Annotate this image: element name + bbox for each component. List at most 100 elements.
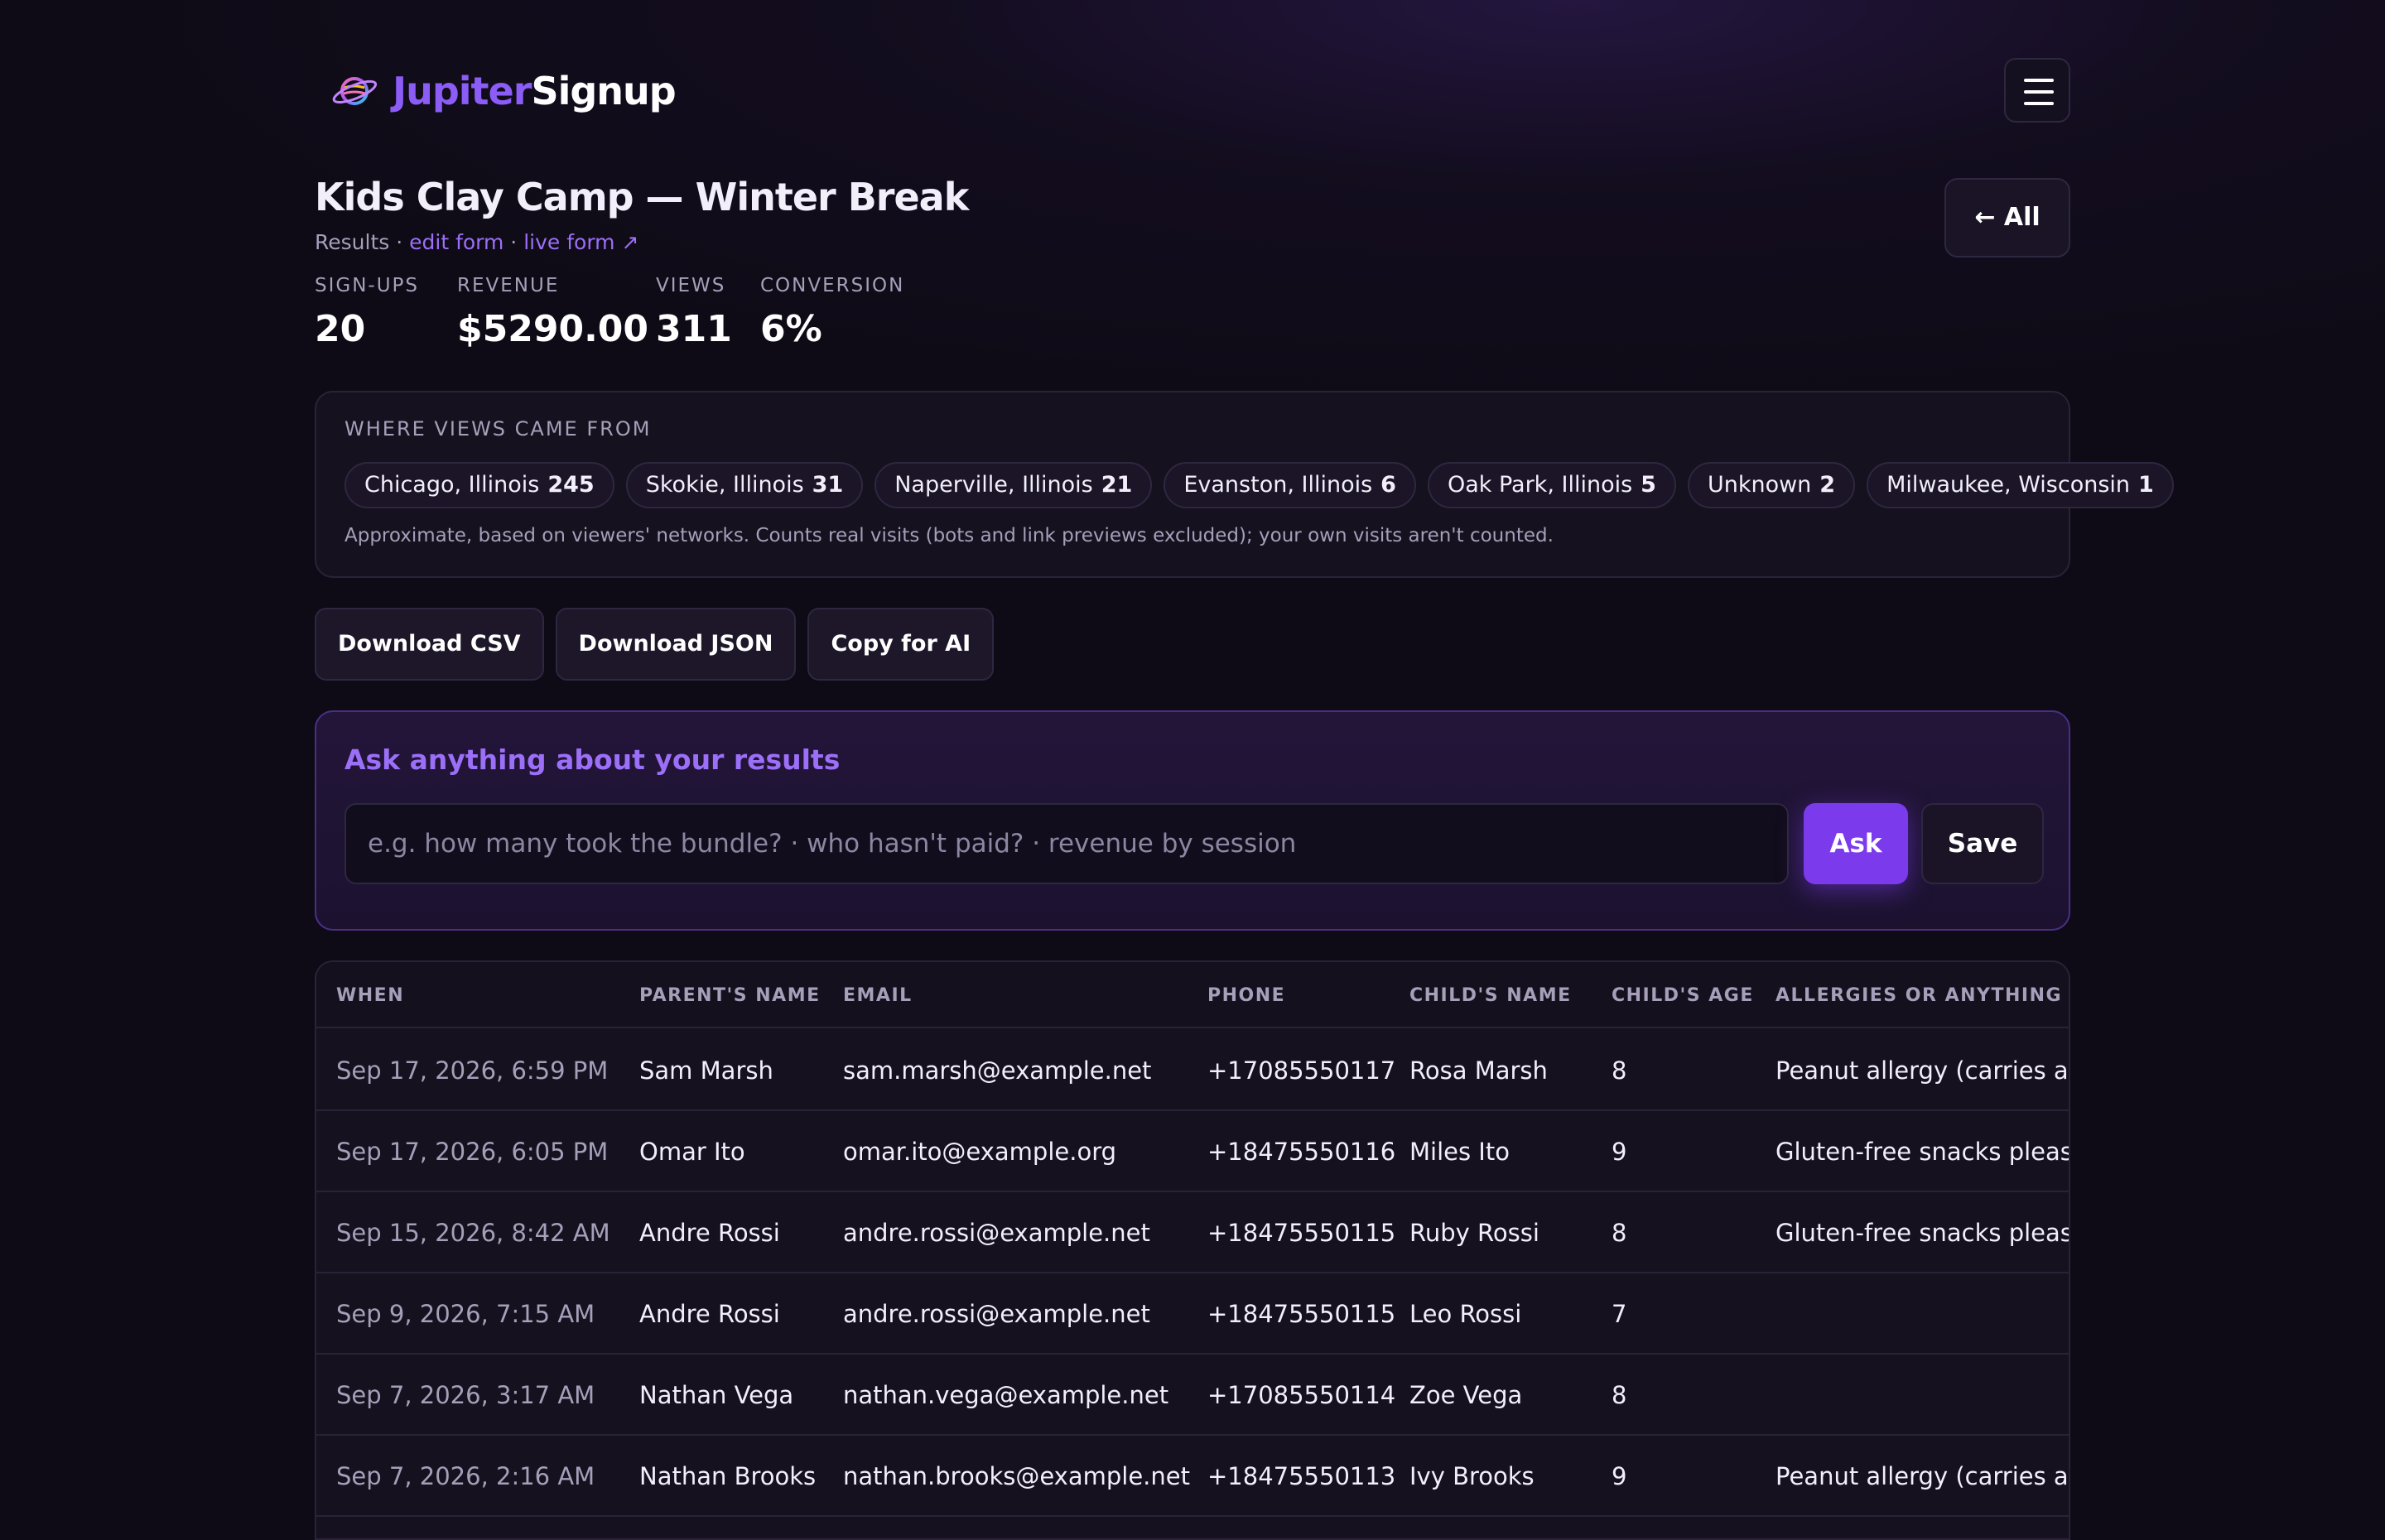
views-note: Approximate, based on viewers' networks.… [344,525,1554,546]
stat-value: $5290.00 [457,308,649,350]
table-row[interactable]: Sep 9, 2026, 7:15 AM Andre Rossi andre.r… [316,1273,2069,1355]
cell-child-name: Rosa Marsh [1409,1056,1548,1085]
location-chip: Milwaukee, Wisconsin 1 [1867,462,2174,508]
location-count: 21 [1101,472,1133,498]
stat-signups: SIGN-UPS 20 [315,273,419,354]
top-bar: JupiterSignup [315,58,2070,123]
cell-child-name: Zoe Vega [1409,1381,1523,1409]
cell-child-age: 8 [1612,1381,1627,1409]
location-name: Oak Park, Illinois [1447,472,1633,498]
planet-logo-icon [332,77,378,105]
stat-label: CONVERSION [760,275,905,296]
menu-button[interactable] [2004,58,2070,123]
cell-allergies: Peanut allergy (carries an E [1776,1462,2069,1490]
save-button[interactable]: Save [1921,803,2044,884]
edit-form-link[interactable]: edit form [409,230,504,254]
table-row[interactable]: Sep 17, 2026, 6:59 PM Sam Marsh sam.mars… [316,1030,2069,1111]
cell-email: omar.ito@example.org [843,1138,1117,1166]
stat-revenue: REVENUE $5290.00 [457,273,648,354]
views-origin-heading: WHERE VIEWS CAME FROM [344,417,652,440]
column-header[interactable]: WHEN [336,985,404,1006]
cell-email: sam.marsh@example.net [843,1056,1152,1085]
stat-value: 20 [315,308,366,350]
views-origin-card: WHERE VIEWS CAME FROM Chicago, Illinois 2… [315,391,2174,578]
cell-when: Sep 7, 2026, 2:16 AM [336,1462,595,1490]
download-csv-button[interactable]: Download CSV [315,608,544,681]
cell-child-name: Miles Ito [1409,1138,1510,1166]
cell-child-age: 9 [1612,1462,1627,1490]
cell-child-age: 8 [1612,1056,1627,1085]
cell-child-age: 8 [1612,1219,1627,1247]
cell-email: nathan.brooks@example.net [843,1462,1190,1490]
cell-when: Sep 9, 2026, 7:15 AM [336,1300,595,1328]
ask-results-card: Ask anything about your results e.g. how… [315,710,2070,931]
table-row[interactable]: Sep 15, 2026, 8:42 AM Andre Rossi andre.… [316,1192,2070,1273]
cell-parent-name: Andre Rossi [639,1219,780,1247]
column-header[interactable]: EMAIL [843,985,913,1006]
hamburger-menu-icon [2024,79,2054,82]
location-chip: Skokie, Illinois 31 [625,462,864,508]
download-json-button[interactable]: Download JSON [555,608,797,681]
cell-email: nathan.vega@example.net [843,1381,1169,1409]
cell-parent-name: Sam Marsh [639,1056,773,1085]
cell-phone: +17085550117 [1207,1056,1396,1085]
column-header[interactable]: PARENT'S NAME [639,985,821,1006]
table-row[interactable]: Sep 7, 2026, 2:16 AM Nathan Brooks natha… [316,1436,2069,1517]
cell-parent-name: Andre Rossi [639,1300,780,1328]
export-actions: Download CSV Download JSON Copy for AI [315,608,1005,681]
location-count: 2 [1819,472,1836,498]
separator: · [504,230,524,254]
location-count: 1 [2138,472,2154,498]
cell-child-name: Ivy Brooks [1409,1462,1535,1490]
copy-for-ai-button[interactable]: Copy for AI [807,608,995,681]
cell-allergies: Gluten-free snacks please [1776,1138,2070,1166]
location-chip: Oak Park, Illinois 5 [1427,462,1676,508]
cell-child-name: Leo Rossi [1409,1300,1522,1328]
table-header: WHEN PARENT'S NAME EMAIL PHONE CHILD'S N… [316,962,2069,1028]
location-name: Skokie, Illinois [645,472,804,498]
column-header[interactable]: ALLERGIES OR ANYTHING WE [1776,985,2069,1006]
cell-phone: +18475550115 [1207,1219,1396,1247]
location-chips: Chicago, Illinois 245 Skokie, Illinois 31 Na… [344,462,2185,508]
table-row[interactable]: Sep 17, 2026, 6:05 PM Omar Ito omar.ito@… [316,1111,2070,1192]
live-form-link[interactable]: live form ↗ [523,230,638,254]
column-header[interactable]: CHILD'S AGE [1612,985,1754,1006]
column-header[interactable]: CHILD'S NAME [1409,985,1572,1006]
ask-button[interactable]: Ask [1804,803,1908,884]
cell-allergies: Gluten-free snacks please [1776,1219,2070,1247]
breadcrumb: Results · edit form · live form ↗ [315,229,638,257]
results-label: Results · [315,230,410,254]
results-table: WHEN PARENT'S NAME EMAIL PHONE CHILD'S N… [315,960,2070,1540]
page-title: Kids Clay Camp — Winter Break [315,175,969,219]
location-count: 6 [1380,472,1396,498]
stat-value: 6% [760,308,822,350]
stat-label: REVENUE [457,275,560,296]
table-row[interactable]: Sep 7, 2026, 3:17 AM Nathan Vega nathan.… [316,1355,2069,1436]
location-count: 31 [812,472,844,498]
cell-when: Sep 17, 2026, 6:59 PM [336,1056,609,1085]
back-to-all-button[interactable]: ← All [1944,178,2070,257]
location-chip: Naperville, Illinois 21 [874,462,1153,508]
cell-phone: +17085550114 [1207,1381,1396,1409]
cell-when: Sep 17, 2026, 6:05 PM [336,1138,609,1166]
column-header[interactable]: PHONE [1207,985,1285,1006]
location-name: Chicago, Illinois [364,472,540,498]
stat-value: 311 [656,308,732,350]
location-name: Unknown [1707,472,1812,498]
brand-name[interactable]: JupiterSignup [393,66,677,116]
cell-phone: +18475550115 [1207,1300,1396,1328]
cell-email: andre.rossi@example.net [843,1300,1150,1328]
location-name: Milwaukee, Wisconsin [1886,472,2131,498]
hamburger-menu-icon-bar [2024,90,2054,94]
stat-conversion: CONVERSION 6% [760,273,904,354]
cell-child-name: Ruby Rossi [1409,1219,1539,1247]
cell-child-age: 9 [1612,1138,1627,1166]
ask-input[interactable]: e.g. how many took the bundle? · who has… [344,803,1789,884]
hamburger-menu-icon-bar [2024,102,2054,105]
cell-parent-name: Nathan Vega [639,1381,794,1409]
location-count: 245 [547,472,595,498]
location-chip: Evanston, Illinois 6 [1164,462,1416,508]
location-count: 5 [1641,472,1656,498]
ask-title: Ask anything about your results [344,744,841,776]
cell-phone: +18475550116 [1207,1138,1396,1166]
